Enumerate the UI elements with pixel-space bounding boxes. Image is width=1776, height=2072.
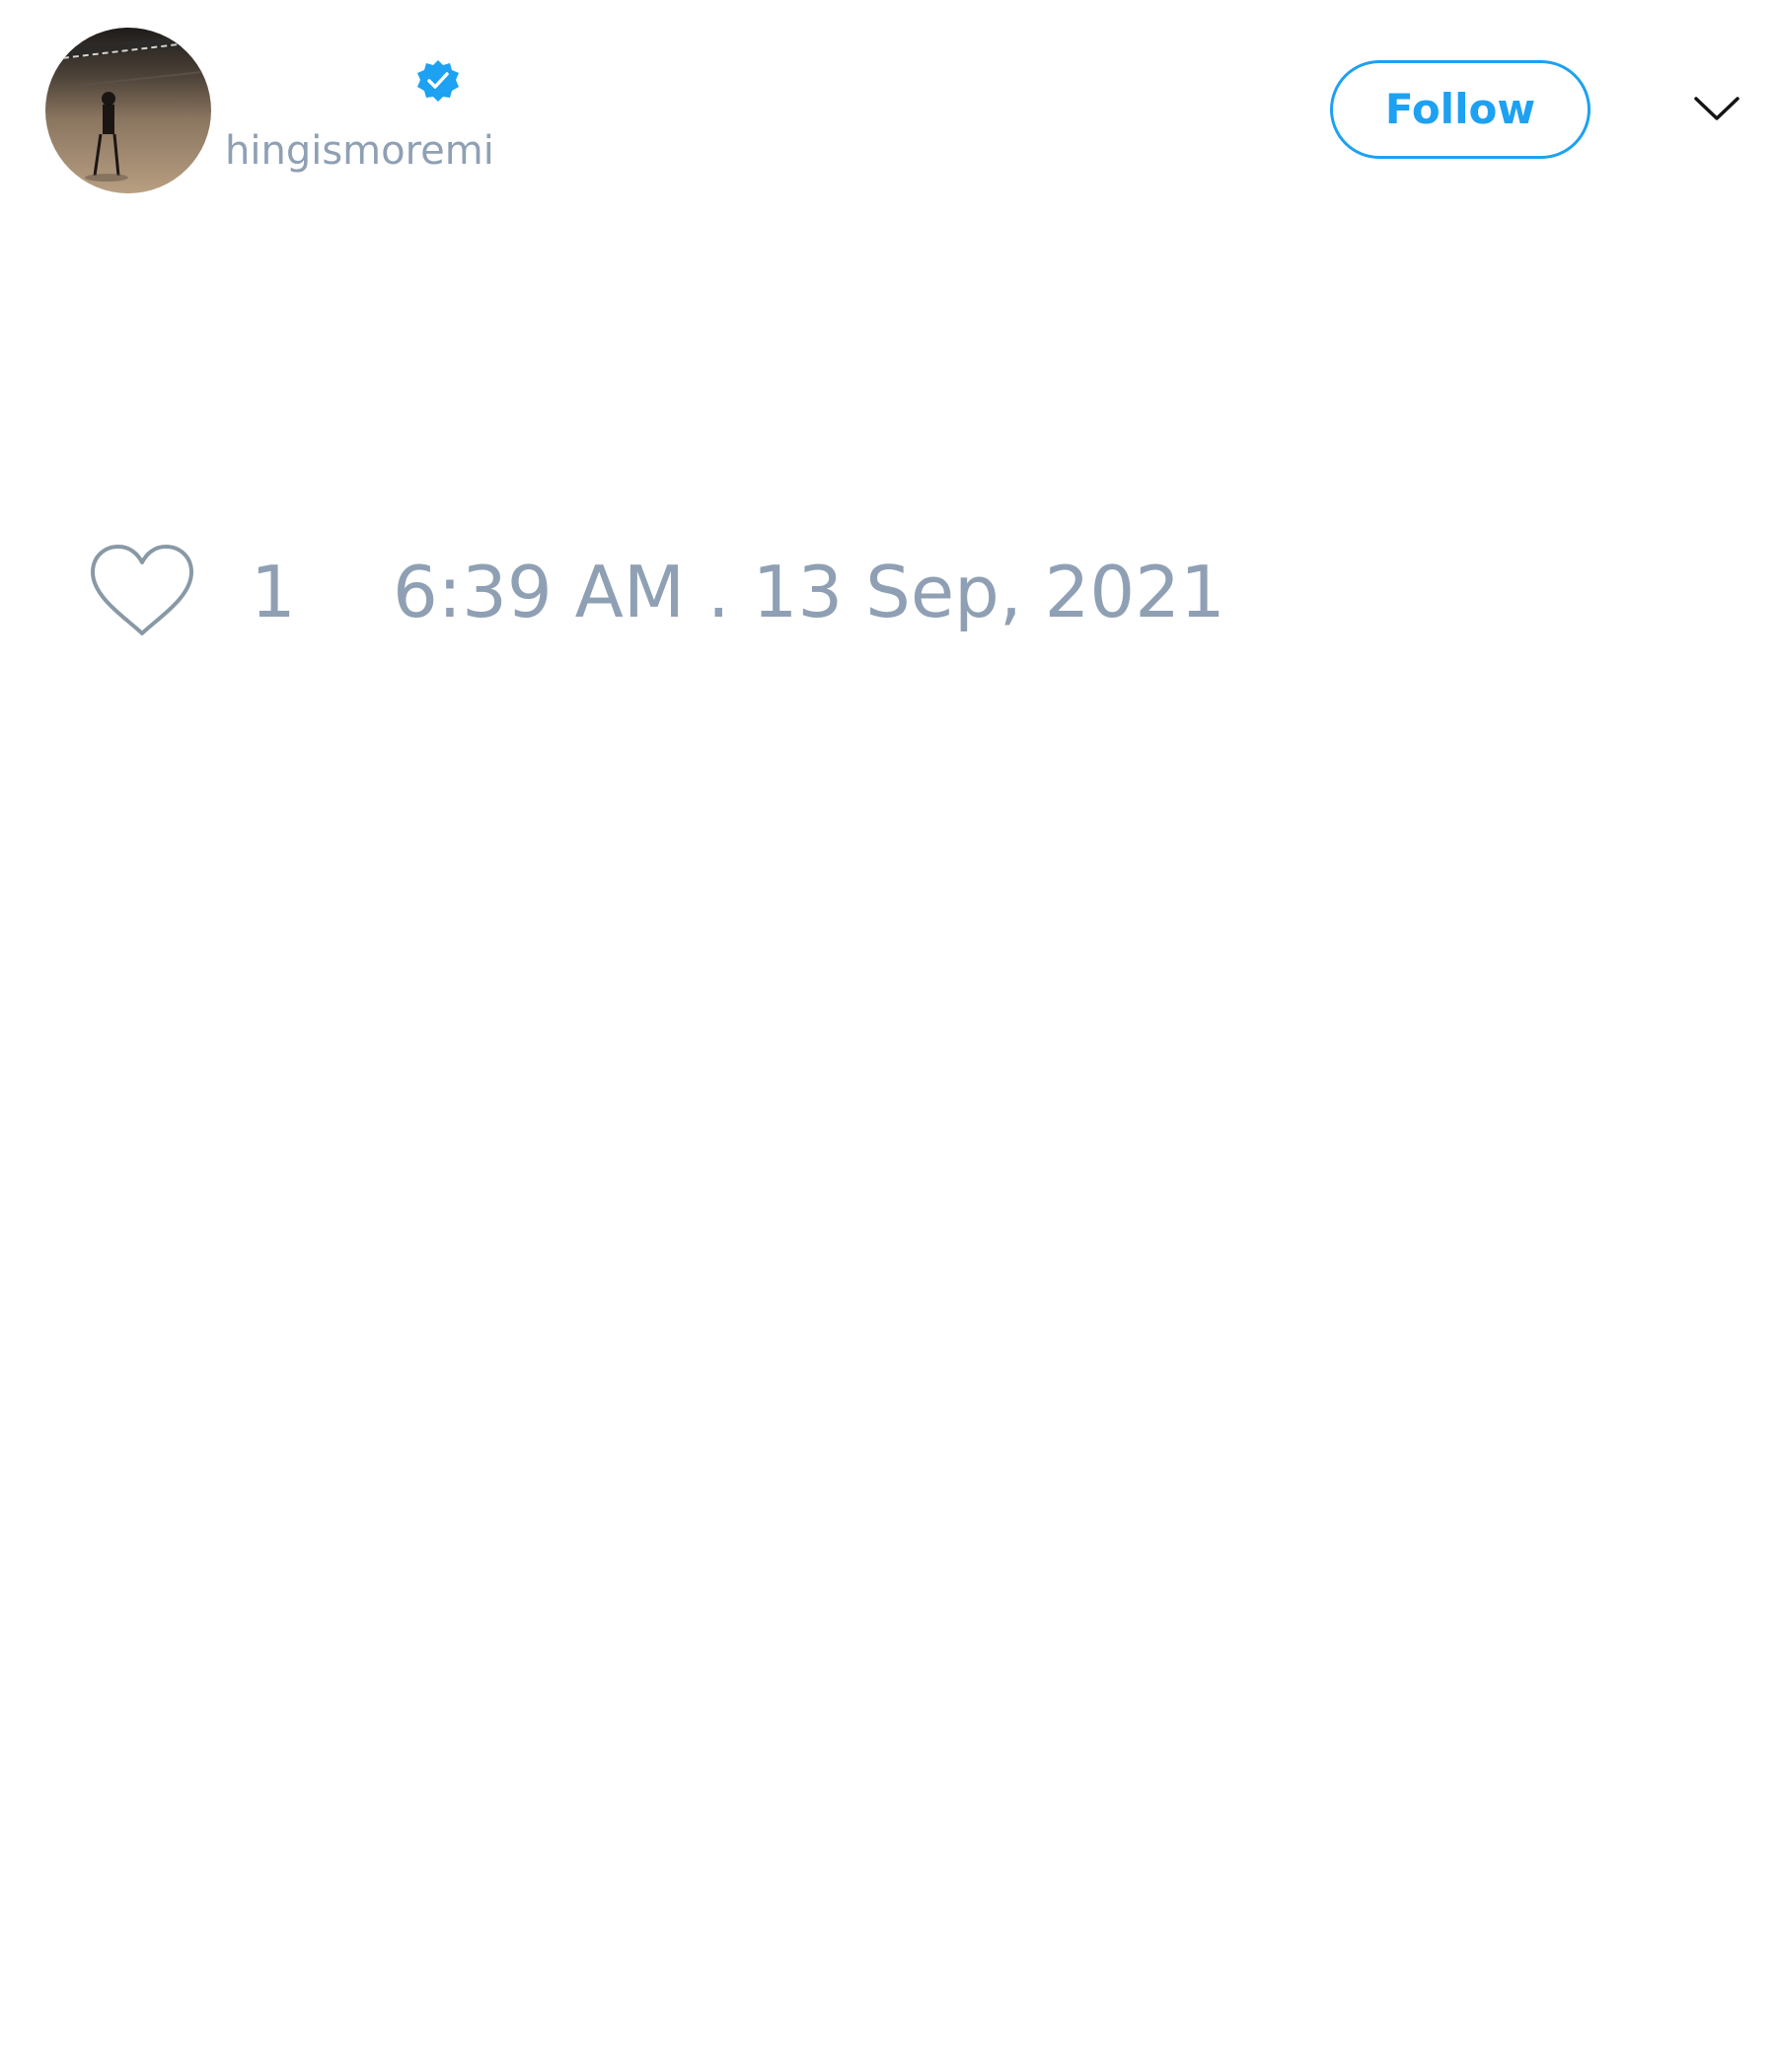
heart-outline-icon bbox=[91, 545, 193, 635]
like-button[interactable] bbox=[87, 543, 197, 641]
tweet-card: hingismoremi Follow 1 6:39 AM . 13 Sep, … bbox=[0, 0, 1776, 2072]
author-handle[interactable]: hingismoremi bbox=[225, 124, 494, 178]
tweet-header: hingismoremi Follow bbox=[0, 0, 1776, 217]
chevron-down-icon[interactable] bbox=[1693, 91, 1740, 126]
verified-badge-icon bbox=[414, 57, 462, 105]
like-count[interactable]: 1 bbox=[251, 551, 296, 633]
avatar-photo bbox=[45, 28, 211, 193]
follow-button[interactable]: Follow bbox=[1330, 60, 1591, 159]
author-avatar[interactable] bbox=[45, 28, 211, 193]
tweet-meta-row: 1 6:39 AM . 13 Sep, 2021 bbox=[0, 533, 1776, 651]
tweet-timestamp[interactable]: 6:39 AM . 13 Sep, 2021 bbox=[393, 551, 1225, 633]
